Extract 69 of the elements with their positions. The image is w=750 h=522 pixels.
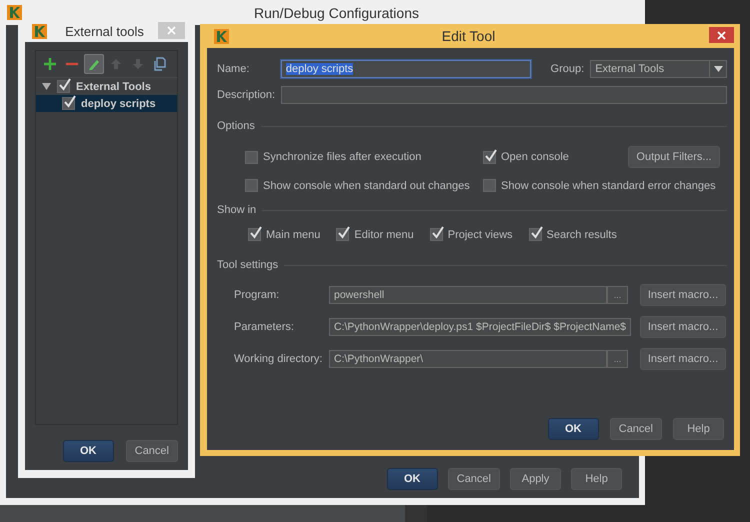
field-label: Parameters: bbox=[234, 321, 295, 333]
checkbox[interactable] bbox=[336, 228, 350, 241]
group-dropdown[interactable]: External Tools bbox=[590, 60, 727, 78]
add-icon bbox=[43, 57, 57, 71]
close-button[interactable] bbox=[709, 27, 734, 43]
checkbox-label: Open console bbox=[501, 151, 569, 163]
pencil-icon bbox=[87, 57, 101, 71]
close-icon bbox=[717, 30, 726, 40]
dialog-button[interactable]: Cancel bbox=[610, 418, 662, 440]
window-title: Run/Debug Configurations bbox=[253, 4, 420, 20]
dialog-button[interactable]: Help bbox=[571, 468, 622, 490]
section-title: Options bbox=[217, 120, 255, 132]
app-icon bbox=[32, 24, 47, 38]
checkbox-label: Main menu bbox=[266, 228, 320, 240]
text-field[interactable]: powershell bbox=[329, 286, 607, 304]
output-filters-button[interactable]: Output Filters... bbox=[628, 146, 720, 168]
section-title: Tool settings bbox=[217, 259, 278, 271]
checkbox-label: Search results bbox=[546, 228, 617, 240]
field-label: Working directory: bbox=[234, 353, 324, 365]
section-title: Show in bbox=[217, 204, 256, 216]
checkbox[interactable] bbox=[248, 228, 261, 241]
field-label: Description: bbox=[217, 89, 276, 101]
checkbox[interactable] bbox=[57, 80, 70, 93]
checkbox-label: Show console when standard out changes bbox=[263, 180, 470, 192]
dialog-button[interactable]: Apply bbox=[510, 468, 561, 490]
copy-icon bbox=[153, 57, 167, 71]
checkbox[interactable] bbox=[528, 228, 542, 241]
ok-button[interactable]: OK bbox=[62, 440, 114, 462]
checkbox[interactable] bbox=[430, 228, 443, 241]
text-field[interactable]: C:\PythonWrapper\ bbox=[329, 350, 607, 368]
insert-macro-button[interactable]: Insert macro... bbox=[640, 348, 726, 370]
app-icon bbox=[214, 28, 229, 44]
ok-button[interactable]: OK bbox=[548, 418, 599, 440]
tree-label: External Tools bbox=[76, 80, 151, 92]
down-arrow-icon bbox=[131, 57, 145, 71]
insert-macro-button[interactable]: Insert macro... bbox=[640, 284, 726, 306]
browse-button[interactable]: ... bbox=[607, 350, 628, 368]
checkbox[interactable] bbox=[245, 179, 258, 192]
checkbox[interactable] bbox=[245, 150, 258, 164]
dialog-button[interactable]: Help bbox=[673, 418, 724, 440]
ok-button[interactable]: OK bbox=[386, 468, 438, 490]
tree-item[interactable]: External Tools bbox=[36, 78, 177, 95]
toolbar-button[interactable] bbox=[84, 54, 104, 74]
checkbox-label: Editor menu bbox=[354, 228, 414, 240]
tree-item[interactable]: deploy scripts bbox=[36, 95, 177, 112]
field-label: Group: bbox=[550, 63, 584, 75]
dialog-button[interactable]: Cancel bbox=[126, 440, 178, 462]
field-label: Program: bbox=[234, 289, 280, 301]
expand-arrow-icon[interactable] bbox=[42, 82, 51, 91]
text-field[interactable]: C:\PythonWrapper\deploy.ps1 $ProjectFileDir$ $ProjectName$ bbox=[329, 318, 631, 336]
name-field[interactable]: deploy scripts bbox=[280, 60, 531, 78]
up-arrow-icon bbox=[109, 57, 123, 71]
dropdown-arrow-icon bbox=[714, 66, 722, 72]
checkbox-label: Show console when standard error changes bbox=[501, 180, 716, 192]
tree-label: deploy scripts bbox=[81, 98, 156, 110]
checkbox[interactable] bbox=[483, 179, 496, 192]
checkbox-label: Synchronize files after execution bbox=[263, 151, 422, 163]
close-icon bbox=[167, 26, 176, 35]
browse-button[interactable]: ... bbox=[607, 286, 628, 304]
dialog-title: External tools bbox=[64, 24, 145, 38]
dialog-title: Edit Tool bbox=[440, 28, 496, 44]
checkbox-label: Project views bbox=[448, 228, 513, 240]
checkbox[interactable] bbox=[62, 97, 75, 110]
checkbox[interactable] bbox=[483, 150, 496, 164]
dialog-button[interactable]: Cancel bbox=[448, 468, 500, 490]
insert-macro-button[interactable]: Insert macro... bbox=[640, 316, 726, 338]
description-field[interactable] bbox=[280, 86, 727, 104]
field-label: Name: bbox=[217, 63, 250, 75]
app-icon bbox=[7, 5, 22, 20]
